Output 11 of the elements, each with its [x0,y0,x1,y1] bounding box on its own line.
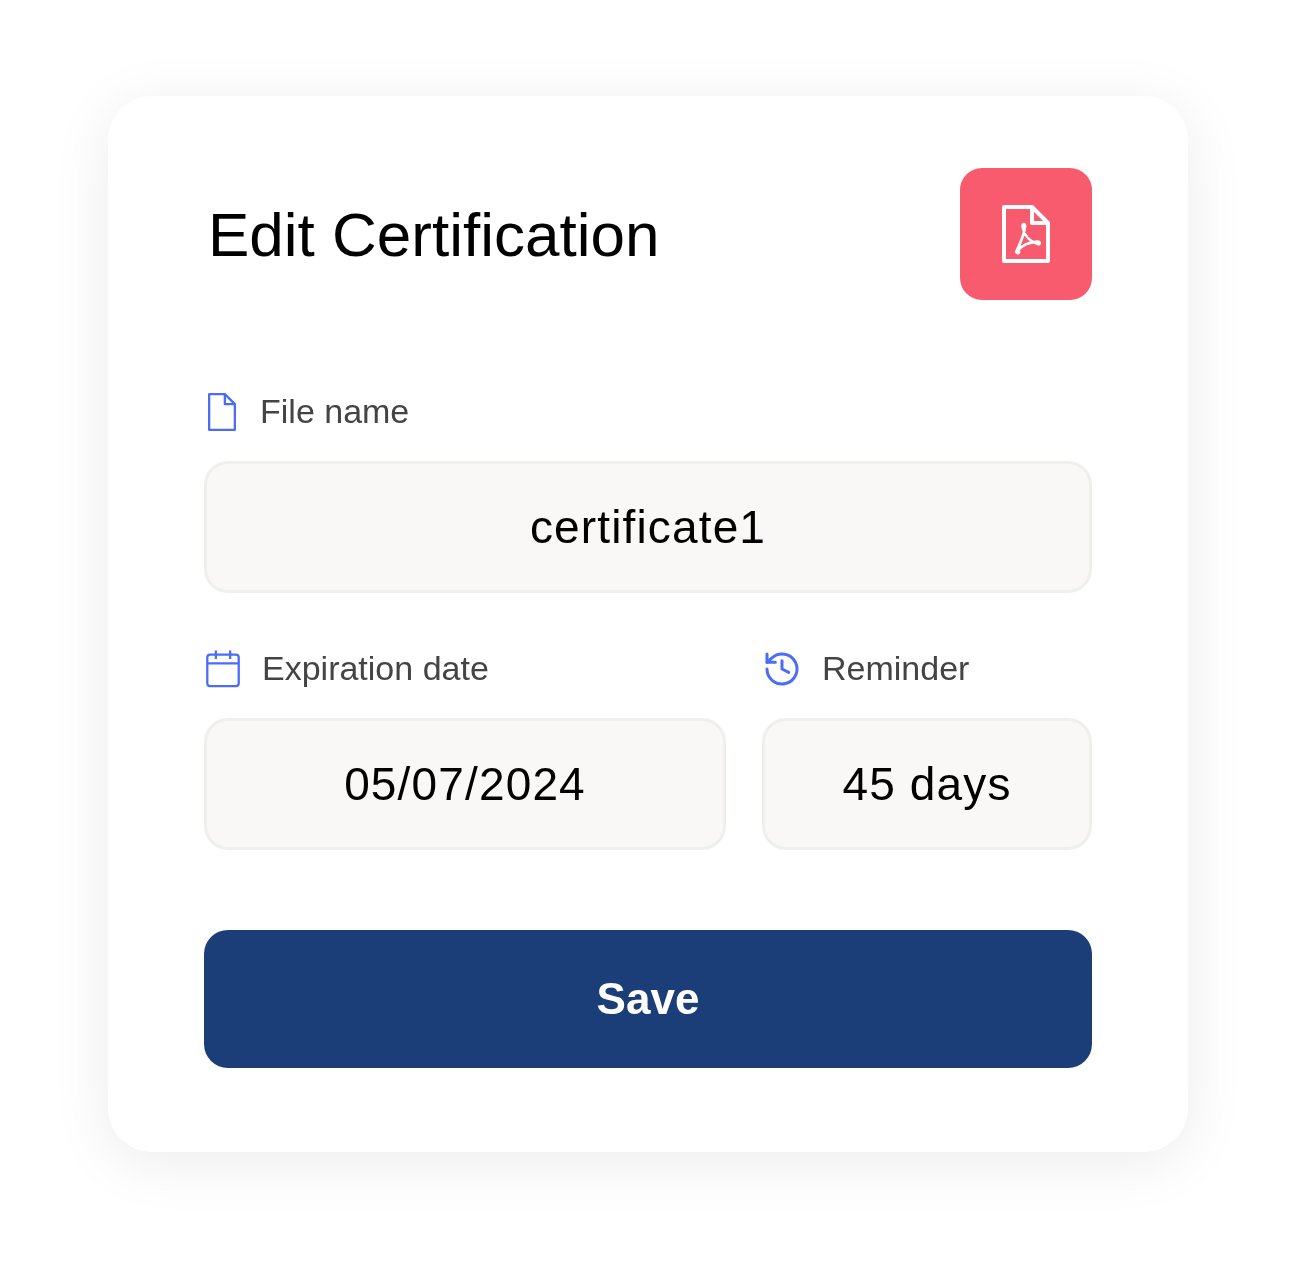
date-field[interactable]: 05/07/2024 [204,718,726,850]
pdf-file-icon [1000,204,1052,264]
calendar-icon [204,648,242,689]
reminder-field[interactable]: 45 days [762,718,1092,850]
pdf-button[interactable] [960,168,1092,300]
dialog-title: Edit Certification [208,198,660,271]
field-label: File name [260,391,410,432]
field-label: Reminder [822,648,970,689]
field-label: Expiration date [262,648,489,689]
save-button[interactable]: Save [204,930,1092,1068]
file-name-field[interactable]: certificate1 [204,461,1092,593]
